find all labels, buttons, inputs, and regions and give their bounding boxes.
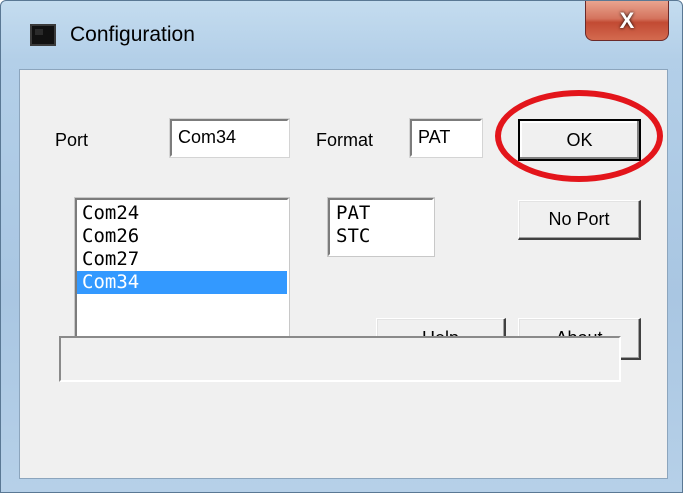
- app-icon: [30, 24, 56, 46]
- progress-bar: [59, 336, 621, 382]
- title-bar[interactable]: Configuration X: [1, 1, 682, 69]
- list-item-selected[interactable]: Com34: [77, 271, 287, 294]
- port-label: Port: [55, 130, 89, 150]
- list-item[interactable]: STC: [330, 225, 432, 248]
- port-list[interactable]: Com24 Com26 Com27 Com34: [74, 197, 290, 359]
- client-area: Port Com34 Format PAT OK Com24 Com26 Com…: [19, 69, 668, 479]
- format-field[interactable]: PAT: [409, 118, 483, 158]
- list-item[interactable]: Com24: [77, 202, 287, 225]
- list-item[interactable]: Com27: [77, 248, 287, 271]
- close-button[interactable]: X: [585, 1, 669, 41]
- list-item[interactable]: PAT: [330, 202, 432, 225]
- port-field[interactable]: Com34: [169, 118, 290, 158]
- list-item[interactable]: Com26: [77, 225, 287, 248]
- no-port-button[interactable]: No Port: [518, 200, 641, 240]
- window-title: Configuration: [70, 23, 195, 46]
- ok-button[interactable]: OK: [518, 119, 641, 161]
- format-label: Format: [316, 130, 374, 150]
- configuration-window: Configuration X Port Com34 Format PAT OK…: [0, 0, 683, 493]
- format-list[interactable]: PAT STC: [327, 197, 435, 257]
